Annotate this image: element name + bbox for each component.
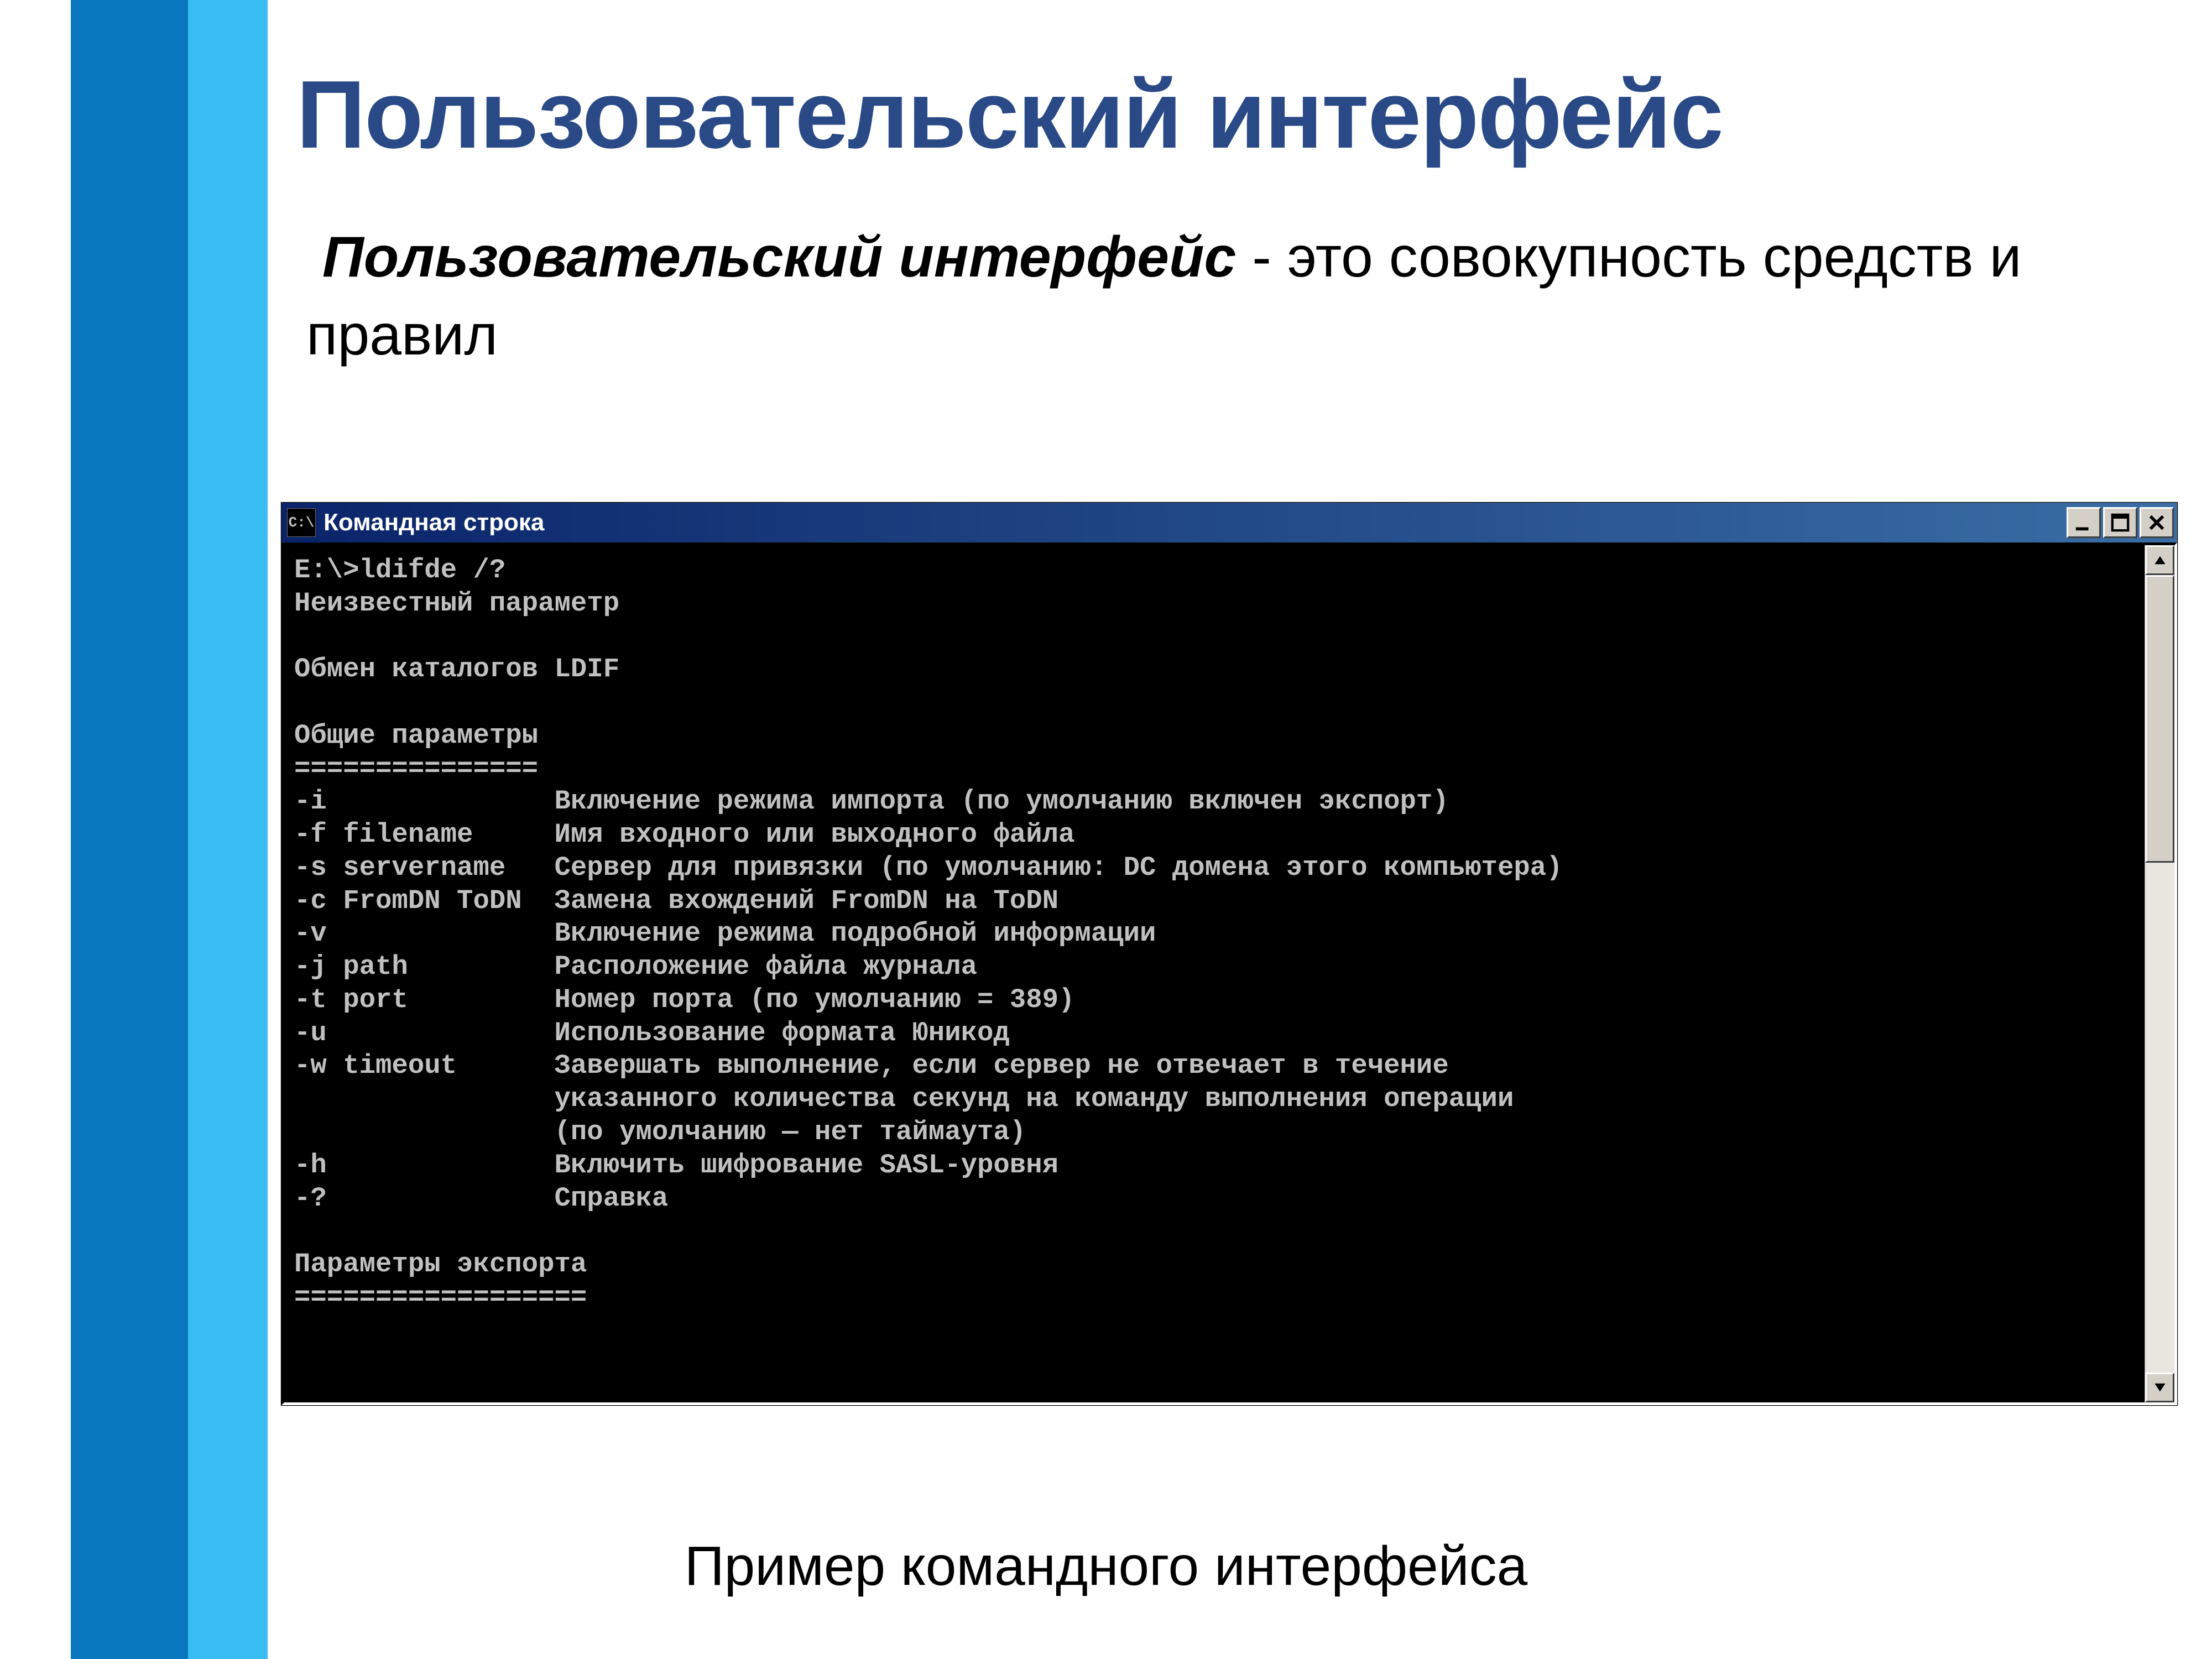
- scrollbar-vertical[interactable]: [2145, 545, 2174, 1402]
- definition-term: Пользовательский интерфейс: [322, 225, 1236, 289]
- window-body: E:\>ldifde /? Неизвестный параметр Обмен…: [281, 542, 2177, 1405]
- scroll-up-button[interactable]: [2145, 545, 2174, 575]
- scroll-track[interactable]: [2145, 575, 2174, 1373]
- accent-bar-light: [188, 0, 268, 1659]
- minimize-button[interactable]: [2067, 507, 2101, 538]
- close-icon: [2147, 513, 2166, 532]
- chevron-down-icon: [2153, 1381, 2167, 1394]
- slide-caption: Пример командного интерфейса: [0, 1535, 2212, 1598]
- close-button[interactable]: [2140, 507, 2174, 538]
- minimize-icon: [2074, 513, 2093, 532]
- window-title: Командная строка: [324, 509, 544, 536]
- maximize-icon: [2111, 513, 2130, 532]
- terminal-output[interactable]: E:\>ldifde /? Неизвестный параметр Обмен…: [284, 545, 2145, 1402]
- command-prompt-window: C:\ Командная строка E:\>ldifde /? Неизв…: [281, 502, 2178, 1406]
- scroll-down-button[interactable]: [2145, 1373, 2174, 1402]
- chevron-up-icon: [2153, 554, 2167, 567]
- window-titlebar[interactable]: C:\ Командная строка: [281, 503, 2177, 542]
- cmd-icon: C:\: [287, 508, 316, 537]
- accent-bar-dark: [71, 0, 188, 1659]
- slide-definition: Пользовательский интерфейс - это совокуп…: [306, 218, 2179, 375]
- slide-content: Пользовательский интерфейс Пользовательс…: [296, 64, 2179, 375]
- slide-title: Пользовательский интерфейс: [296, 64, 2179, 165]
- maximize-button[interactable]: [2103, 507, 2137, 538]
- window-controls: [2067, 507, 2177, 538]
- scroll-thumb[interactable]: [2145, 575, 2174, 863]
